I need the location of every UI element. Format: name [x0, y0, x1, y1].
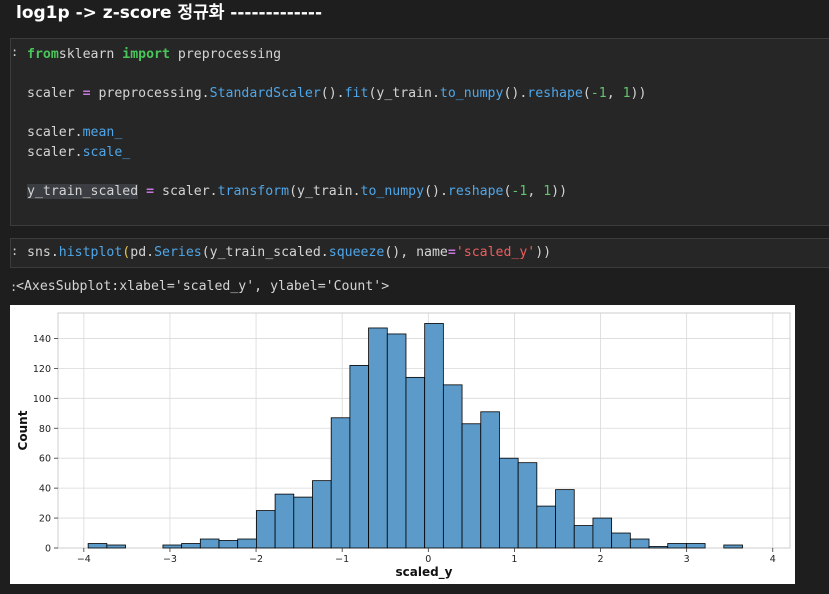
x-tick-label: 2: [598, 554, 604, 565]
y-tick-label: 20: [39, 514, 51, 525]
histogram-bar: [573, 525, 594, 549]
x-tick-label: 4: [770, 554, 776, 565]
histogram-bar: [424, 323, 444, 549]
code-cell-2[interactable]: : sns.histplot(pd.Series(y_train_scaled.…: [10, 238, 829, 268]
histogram-bar: [517, 462, 538, 549]
histogram-bar: [330, 417, 351, 549]
x-tick-label: −1: [335, 554, 349, 565]
histogram-bar: [256, 510, 276, 549]
histogram-bar: [686, 543, 706, 549]
x-tick-label: −4: [77, 554, 91, 565]
code-editor[interactable]: sns.histplot(pd.Series(y_train_scaled.sq…: [27, 243, 551, 263]
y-axis-label: Count: [16, 410, 30, 450]
histogram-bar: [461, 423, 482, 549]
y-tick-label: 0: [45, 544, 51, 555]
histogram-bar: [480, 411, 500, 549]
histogram-bar: [667, 543, 687, 549]
histogram-bar: [592, 517, 613, 549]
y-tick-label: 80: [39, 424, 51, 435]
y-tick-label: 140: [33, 334, 51, 345]
histogram-bar: [199, 538, 220, 549]
histogram-svg: −4 −3 −2 −1 0 1 2 3 4020406080100120140scaled_yC…: [16, 312, 791, 580]
histogram-bar: [723, 544, 743, 549]
output-repr: <AxesSubplot:xlabel='scaled_y', ylabel='…: [16, 279, 390, 294]
code-editor[interactable]: fromsklearn import preprocessing scaler …: [27, 45, 646, 201]
histogram-bar: [312, 480, 332, 549]
histogram-plot: −4 −3 −2 −1 0 1 2 3 4 0 20 40 60 80 100 120 140 scaled_y C…: [10, 305, 795, 584]
y-tick-label: 120: [33, 364, 51, 375]
x-tick-label: 0: [425, 554, 431, 565]
x-tick-label: −2: [249, 554, 263, 565]
histogram-bar: [274, 493, 295, 549]
histogram-bar: [555, 489, 575, 549]
histogram-bar: [218, 540, 239, 549]
histogram-bar: [106, 544, 126, 549]
x-tick-label: 3: [684, 554, 690, 565]
histogram-bar: [368, 327, 388, 549]
y-tick-label: 100: [33, 394, 51, 405]
histogram-bar: [386, 333, 407, 549]
x-tick-label: 1: [511, 554, 517, 565]
histogram-bar: [405, 376, 426, 549]
histogram-bar: [536, 505, 556, 549]
histogram-bar: [87, 543, 108, 549]
code-cell-1[interactable]: : fromsklearn import preprocessing scale…: [10, 38, 829, 226]
cell-prompt: :: [11, 45, 19, 59]
histogram-bar: [499, 457, 519, 549]
histogram-bar: [293, 496, 313, 549]
histogram-bar: [237, 538, 257, 549]
histogram-bar: [629, 538, 650, 549]
histogram-bar: [611, 532, 631, 549]
section-heading: log1p -> z-score 정규화 -------------: [16, 3, 323, 23]
x-tick-label: −3: [163, 554, 177, 565]
histogram-bar: [162, 544, 183, 549]
cell-prompt: :: [11, 244, 19, 258]
x-axis-label: scaled_y: [395, 565, 452, 580]
y-tick-label: 40: [39, 484, 51, 495]
histogram-bar: [442, 384, 463, 549]
histogram-bar: [349, 364, 369, 549]
histogram-bar: [648, 546, 669, 549]
y-tick-label: 60: [39, 454, 51, 465]
histogram-bar: [181, 543, 201, 549]
